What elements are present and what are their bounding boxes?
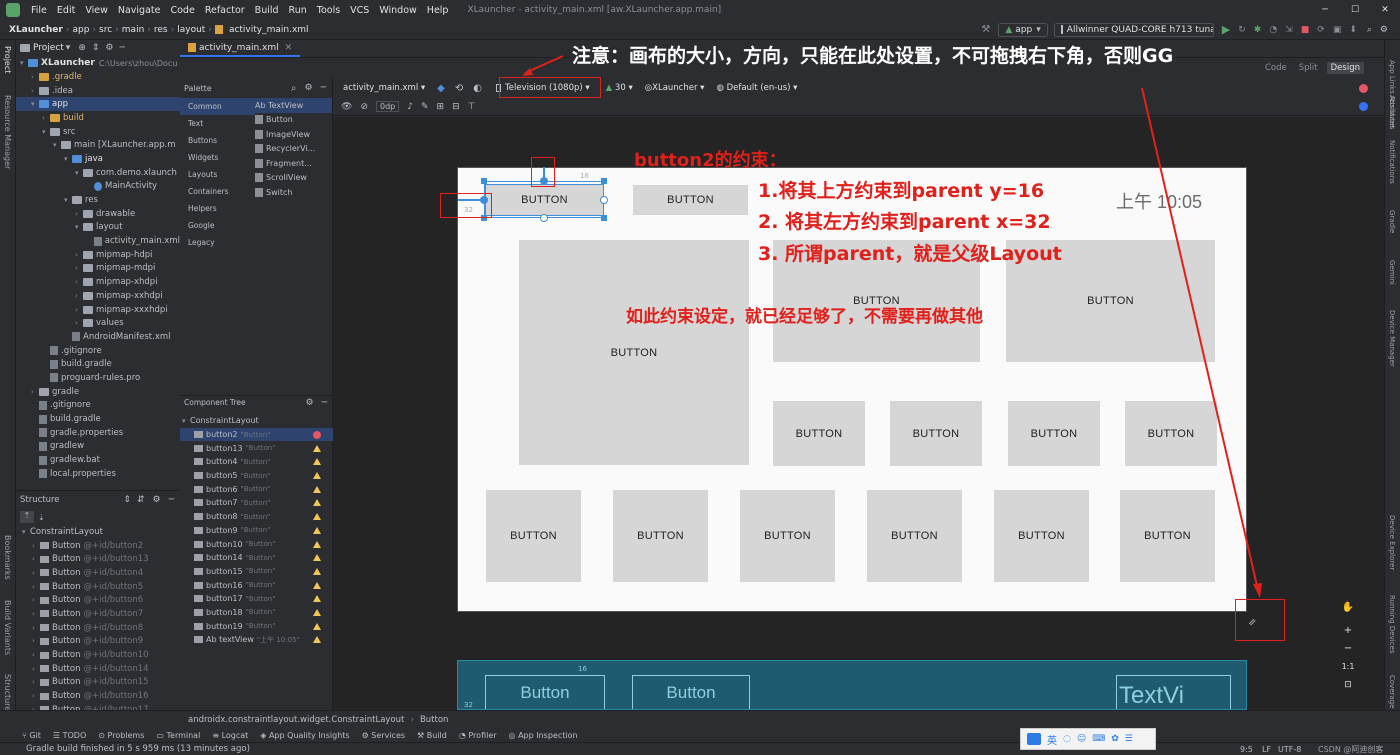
breadcrumb-layout-class[interactable]: androidx.constraintlayout.widget.Constra…: [188, 715, 404, 725]
tool-window-git[interactable]: ⑂ Git: [22, 731, 41, 740]
tool-window-profiler[interactable]: ◔ Profiler: [459, 731, 497, 740]
profiler-icon: ◔: [458, 730, 469, 740]
services-icon: ⚙: [361, 730, 372, 740]
ime-skin-icon[interactable]: ✿: [1111, 734, 1119, 744]
annotation-rule-1: 1.将其上方约束到parent y=16: [758, 180, 1045, 202]
tool-window-services[interactable]: ⚙ Services: [362, 731, 405, 740]
build-icon: ⚒: [417, 730, 427, 740]
tool-window-app-inspection[interactable]: ◎ App Inspection: [509, 731, 578, 740]
tool-window-problems[interactable]: ⊙ Problems: [98, 731, 144, 740]
tool-window-logcat[interactable]: ≡ Logcat: [212, 731, 248, 740]
annotation-title: button2的约束：: [634, 150, 787, 171]
annotation-rule-2: 2. 将其左方约束到parent x=32: [758, 211, 1051, 233]
tool-window-label: Logcat: [221, 730, 249, 740]
annotation-summary: 如此约束设定，就已经足够了，不需要再做其他: [626, 307, 983, 327]
ime-menu-icon[interactable]: ☰: [1125, 734, 1133, 744]
app-quality-icon: ◈: [260, 730, 269, 740]
tool-window-label: TODO: [62, 730, 87, 740]
build-status-message[interactable]: Gradle build finished in 5 s 959 ms (13 …: [26, 744, 250, 754]
tool-window-label: Terminal: [166, 730, 201, 740]
ime-emoji-icon[interactable]: ☺: [1077, 734, 1086, 744]
todo-icon: ☰: [52, 730, 63, 740]
tool-window-label: Services: [371, 730, 406, 740]
tool-window-label: App Quality Insights: [269, 730, 350, 740]
component-breadcrumb: androidx.constraintlayout.widget.Constra…: [0, 710, 1400, 728]
annotation-arrows: [522, 55, 1262, 598]
problems-icon: ⊙: [98, 730, 108, 740]
tool-window-build[interactable]: ⚒ Build: [417, 731, 447, 740]
tool-window-bar: ⑂ Git ☰ TODO ⊙ Problems ▭ Terminal ≡ Logcat ◈…: [0, 728, 1400, 742]
tool-window-label: Profiler: [468, 730, 497, 740]
tool-window-todo[interactable]: ☰ TODO: [53, 731, 86, 740]
terminal-icon: ▭: [156, 730, 167, 740]
status-bar: Gradle build finished in 5 s 959 ms (13 …: [0, 728, 1400, 755]
annotation-rule-3: 3. 所谓parent，就是父级Layout: [758, 243, 1062, 265]
tool-window-label: Build: [426, 730, 447, 740]
ime-lang[interactable]: 英: [1047, 732, 1057, 747]
tool-window-label: Git: [29, 730, 41, 740]
tool-window-terminal[interactable]: ▭ Terminal: [156, 731, 200, 740]
app-inspection-icon: ◎: [508, 730, 519, 740]
cursor-position[interactable]: 9:5: [1240, 745, 1253, 754]
tool-window-app-quality[interactable]: ◈ App Quality Insights: [260, 731, 349, 740]
logcat-icon: ≡: [212, 730, 222, 740]
tool-window-label: Problems: [107, 730, 145, 740]
breadcrumb-button[interactable]: Button: [420, 715, 448, 725]
csdn-watermark: CSDN @阿迪创客: [1318, 744, 1384, 754]
line-separator[interactable]: LF: [1262, 745, 1271, 754]
ime-logo-icon[interactable]: [1027, 733, 1041, 745]
ime-keyboard-icon[interactable]: ⌨: [1092, 734, 1105, 744]
ime-punct-icon[interactable]: ◌: [1063, 734, 1071, 744]
file-encoding[interactable]: UTF-8: [1278, 745, 1301, 754]
ime-toolbar: 英 ◌ ☺ ⌨ ✿ ☰: [1020, 728, 1156, 750]
annotation-top-note: 注意：画布的大小，方向，只能在此处设置，不可拖拽右下角，否则GG: [570, 41, 1176, 68]
tool-window-label: App Inspection: [518, 730, 578, 740]
